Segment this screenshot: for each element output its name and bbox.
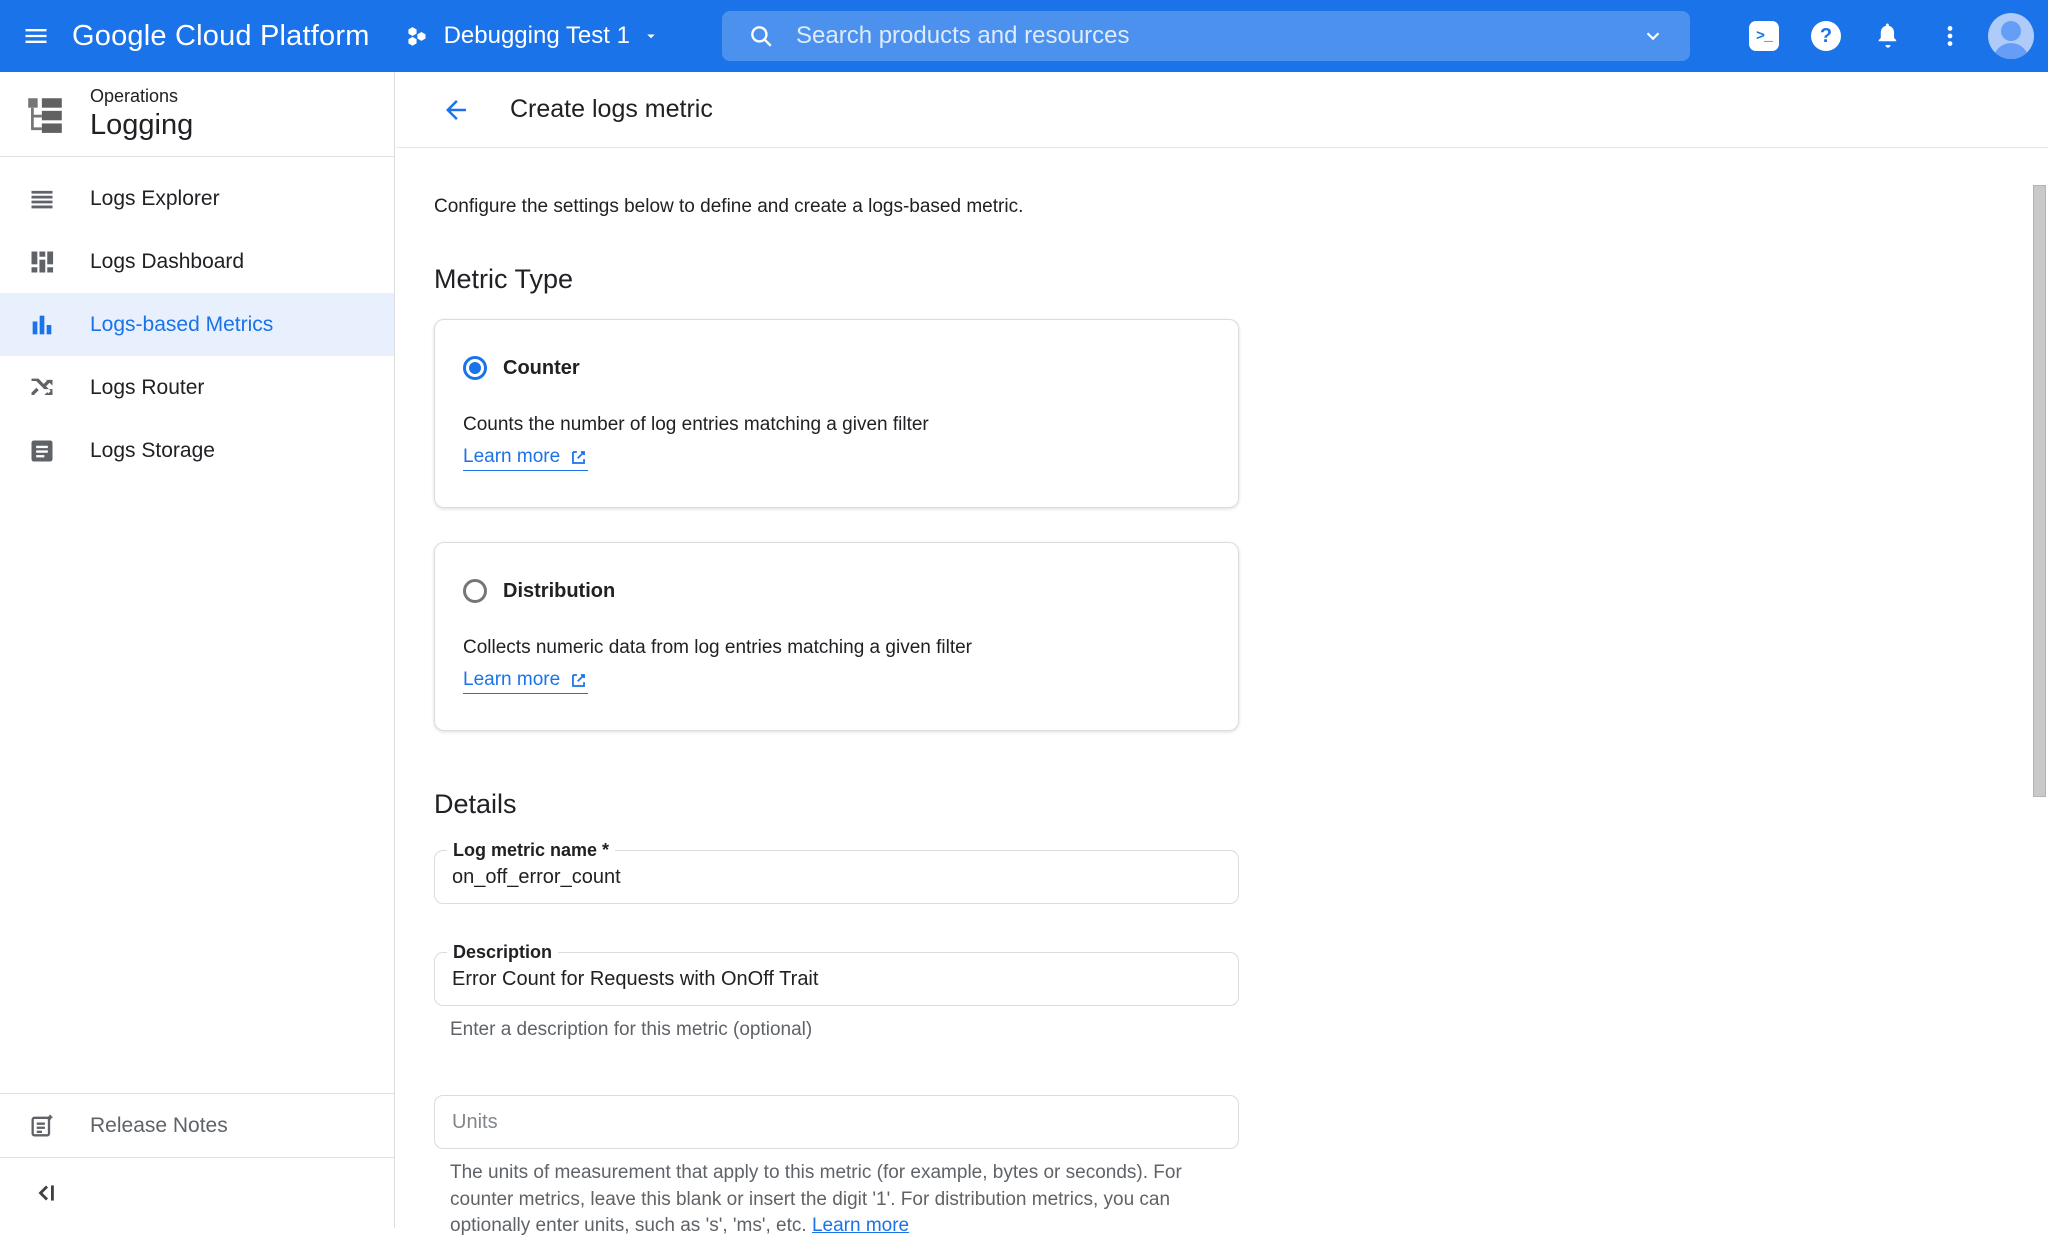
counter-radio-row: Counter: [463, 356, 1210, 380]
sidebar-item-logs-explorer[interactable]: Logs Explorer: [0, 167, 394, 230]
log-metric-name-field: Log metric name *: [434, 850, 1239, 904]
page-title: Create logs metric: [510, 95, 713, 124]
distribution-radio-label: Distribution: [503, 580, 615, 603]
avatar-head-shape: [2001, 21, 2021, 41]
sidebar-item-label: Logs-based Metrics: [90, 313, 273, 337]
counter-option-card[interactable]: Counter Counts the number of log entries…: [434, 319, 1239, 508]
distribution-option-card[interactable]: Distribution Collects numeric data from …: [434, 542, 1239, 731]
bell-icon: [1874, 22, 1902, 50]
counter-learn-more-link[interactable]: Learn more: [463, 446, 588, 471]
log-metric-name-label: Log metric name *: [447, 839, 615, 861]
global-search-input[interactable]: Search products and resources: [722, 11, 1690, 61]
sidebar-eyebrow: Operations: [90, 86, 193, 107]
page-content: Configure the settings below to define a…: [396, 148, 2048, 1240]
project-selector[interactable]: Debugging Test 1: [406, 22, 660, 50]
sidebar-item-label: Logs Explorer: [90, 187, 220, 211]
more-options-button[interactable]: [1926, 12, 1974, 60]
gcp-logo[interactable]: Google Cloud Platform: [72, 20, 370, 53]
distribution-description: Collects numeric data from log entries m…: [463, 637, 1210, 659]
page-header: Create logs metric: [396, 72, 2048, 148]
help-button[interactable]: ?: [1802, 12, 1850, 60]
description-helper-text: Enter a description for this metric (opt…: [450, 1019, 2048, 1041]
counter-radio-selected-icon[interactable]: [463, 356, 487, 380]
units-learn-more-link[interactable]: Learn more: [812, 1215, 909, 1236]
description-field: Description: [434, 952, 1239, 1006]
description-label: Description: [447, 941, 558, 963]
logs-based-metrics-icon: [26, 311, 58, 339]
sidebar-nav: Logs Explorer Logs Dashboard Logs-based …: [0, 157, 394, 482]
sidebar-item-logs-based-metrics[interactable]: Logs-based Metrics: [0, 293, 394, 356]
collapse-sidebar-button[interactable]: [0, 1158, 394, 1228]
notifications-button[interactable]: [1864, 12, 1912, 60]
logging-product-icon: [24, 93, 66, 135]
project-caret-icon: [642, 27, 660, 45]
sidebar-header-text: Operations Logging: [90, 86, 193, 142]
search-icon: [748, 23, 774, 49]
distribution-radio-unselected-icon[interactable]: [463, 579, 487, 603]
sidebar-spacer: [0, 482, 394, 1093]
sidebar-item-label: Release Notes: [90, 1114, 228, 1138]
sidebar-item-logs-router[interactable]: Logs Router: [0, 356, 394, 419]
intro-text: Configure the settings below to define a…: [434, 196, 2048, 218]
logs-explorer-icon: [26, 185, 58, 213]
cloud-shell-button[interactable]: >_: [1740, 12, 1788, 60]
details-heading: Details: [434, 789, 2048, 820]
sidebar-item-release-notes[interactable]: Release Notes: [0, 1094, 394, 1157]
main-panel: Create logs metric Configure the setting…: [396, 72, 2048, 1228]
kebab-menu-icon: [1937, 23, 1963, 49]
back-arrow-icon: [441, 95, 471, 125]
logs-storage-icon: [26, 437, 58, 465]
topbar-actions: >_ ?: [1740, 0, 2034, 72]
hamburger-icon: [22, 22, 50, 50]
distribution-radio-row: Distribution: [463, 579, 1210, 603]
release-notes-icon: [26, 1112, 58, 1140]
sidebar-item-label: Logs Router: [90, 376, 204, 400]
sidebar-item-logs-dashboard[interactable]: Logs Dashboard: [0, 230, 394, 293]
units-field: [434, 1095, 1239, 1149]
logs-router-icon: [26, 374, 58, 402]
distribution-learn-more-link[interactable]: Learn more: [463, 669, 588, 694]
learn-more-label: Learn more: [463, 446, 560, 468]
sidebar-item-label: Logs Storage: [90, 439, 215, 463]
cloud-shell-icon: >_: [1749, 21, 1779, 51]
sidebar-release-notes-section: Release Notes: [0, 1093, 394, 1158]
account-avatar[interactable]: [1988, 13, 2034, 59]
help-icon: ?: [1811, 21, 1841, 51]
logs-dashboard-icon: [26, 248, 58, 276]
counter-description: Counts the number of log entries matchin…: [463, 414, 1210, 436]
project-icon: [406, 23, 432, 49]
units-input[interactable]: [434, 1095, 1239, 1149]
external-link-icon: [569, 448, 588, 467]
back-button[interactable]: [436, 90, 476, 130]
learn-more-label: Learn more: [463, 669, 560, 691]
project-name: Debugging Test 1: [444, 22, 630, 50]
sidebar-title: Logging: [90, 109, 193, 142]
counter-radio-label: Counter: [503, 357, 580, 380]
metric-type-heading: Metric Type: [434, 264, 2048, 295]
logging-sidebar: Operations Logging Logs Explorer Logs Da…: [0, 72, 395, 1228]
external-link-icon: [569, 671, 588, 690]
sidebar-item-label: Logs Dashboard: [90, 250, 244, 274]
avatar-body-shape: [1993, 43, 2029, 59]
search-placeholder: Search products and resources: [796, 22, 1642, 50]
menu-icon[interactable]: [0, 0, 72, 72]
vertical-scrollbar-thumb[interactable]: [2033, 185, 2046, 797]
sidebar-header: Operations Logging: [0, 72, 394, 157]
search-chevron-down-icon[interactable]: [1642, 25, 1664, 47]
top-app-bar: Google Cloud Platform Debugging Test 1 S…: [0, 0, 2048, 72]
collapse-panel-icon: [34, 1180, 60, 1206]
sidebar-item-logs-storage[interactable]: Logs Storage: [0, 419, 394, 482]
